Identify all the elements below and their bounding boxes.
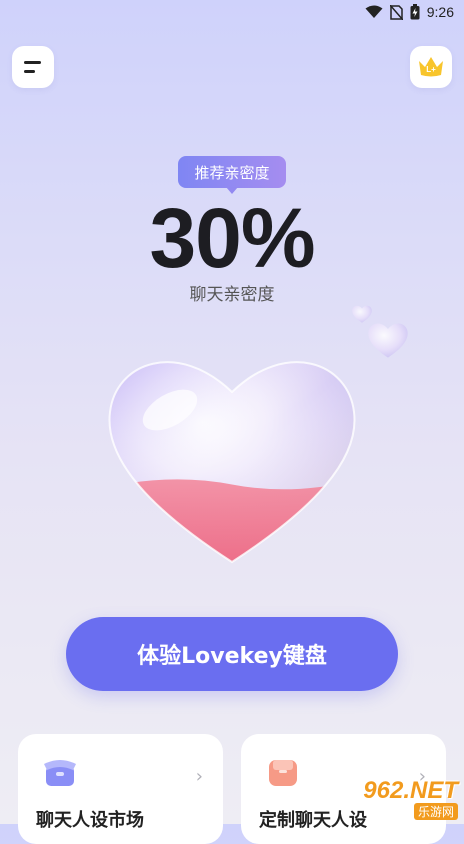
status-bar: 9:26 (0, 0, 464, 26)
try-lovekey-keyboard-button[interactable]: 体验Lovekey键盘 (66, 617, 398, 691)
heart-fill-level (109, 478, 355, 562)
menu-button[interactable] (12, 46, 54, 88)
custom-persona-icon (269, 760, 297, 786)
status-time: 9:26 (426, 4, 454, 20)
recommended-intimacy-badge: 推荐亲密度 (178, 156, 286, 194)
card-title: 聊天人设市场 (36, 810, 144, 831)
crown-vip-icon: L+ (419, 57, 443, 77)
intimacy-caption: 聊天亲密度 (189, 285, 275, 305)
status-icons: 9:26 (365, 4, 454, 20)
market-box-icon (44, 760, 76, 786)
no-sim-icon (389, 4, 403, 20)
intimacy-percent: 30% (149, 191, 315, 285)
wifi-icon (365, 5, 383, 18)
persona-market-card[interactable]: › 聊天人设市场 (18, 734, 223, 844)
intimacy-heart (100, 340, 364, 580)
vip-button[interactable]: L+ (410, 46, 452, 88)
vip-text: L+ (426, 65, 436, 74)
bubble-heart-icon (108, 361, 356, 564)
watermark-sub: 乐游网 (413, 803, 458, 820)
card-title: 定制聊天人设 (259, 810, 367, 831)
chevron-right-icon: › (195, 766, 203, 787)
menu-icon (24, 61, 41, 73)
small-bubble-heart-icon (368, 323, 408, 358)
site-watermark: 962.NET 乐游网 (363, 779, 458, 820)
tiny-bubble-heart-icon (352, 305, 372, 323)
watermark-logo: 962.NET (363, 777, 458, 804)
battery-charging-icon (410, 4, 420, 20)
